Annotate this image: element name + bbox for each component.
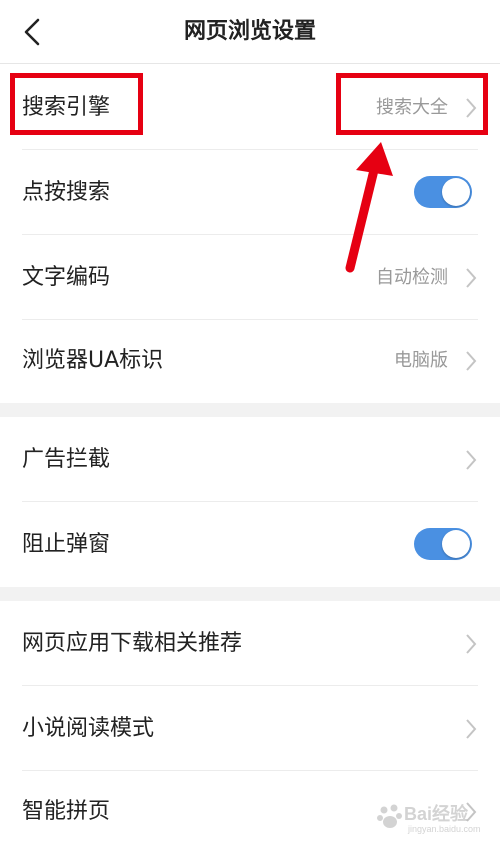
section-gap [0, 403, 500, 417]
red-arrow-annotation [345, 142, 393, 273]
row-ad-block[interactable]: 广告拦截 [0, 417, 500, 502]
settings-section-2: 广告拦截 阻止弹窗 [0, 417, 500, 587]
row-browser-ua[interactable]: 浏览器UA标识 电脑版 [0, 318, 500, 403]
row-label: 文字编码 [22, 265, 111, 290]
highlight-box-search-value [336, 73, 488, 135]
row-label: 小说阅读模式 [22, 716, 155, 741]
watermark-url: jingyan.baidu.com [408, 824, 481, 834]
baidu-jingyan-watermark: Bai经验 jingyan.baidu.com [374, 798, 494, 842]
paw-logo-icon [377, 804, 402, 828]
chevron-right-icon [466, 268, 477, 288]
block-popup-toggle[interactable] [414, 528, 472, 560]
row-label: 网页应用下载相关推荐 [22, 631, 243, 656]
page-title: 网页浏览设置 [183, 19, 316, 44]
chevron-right-icon [466, 634, 477, 654]
chevron-right-icon [466, 719, 477, 739]
highlight-box-search-engine [10, 73, 143, 135]
row-text-encoding[interactable]: 文字编码 自动检测 [0, 235, 500, 320]
section-gap [0, 587, 500, 601]
row-block-popup: 阻止弹窗 [0, 502, 500, 587]
chevron-right-icon [466, 450, 477, 470]
row-label: 广告拦截 [22, 447, 111, 472]
chevron-right-icon [466, 351, 477, 371]
row-label: 浏览器UA标识 [22, 348, 164, 373]
row-value: 电脑版 [394, 350, 448, 371]
row-label: 点按搜索 [22, 180, 111, 205]
row-label: 阻止弹窗 [22, 532, 111, 557]
toggle-knob [442, 178, 470, 206]
row-novel-reading[interactable]: 小说阅读模式 [0, 686, 500, 771]
toggle-knob [442, 530, 470, 558]
nav-header: 网页浏览设置 [0, 0, 500, 64]
row-label: 智能拼页 [22, 799, 111, 824]
tap-search-toggle[interactable] [414, 176, 472, 208]
watermark-logo-text: Bai经验 [404, 804, 469, 824]
row-web-app-recommend[interactable]: 网页应用下载相关推荐 [0, 601, 500, 686]
row-tap-search: 点按搜索 [0, 150, 500, 235]
